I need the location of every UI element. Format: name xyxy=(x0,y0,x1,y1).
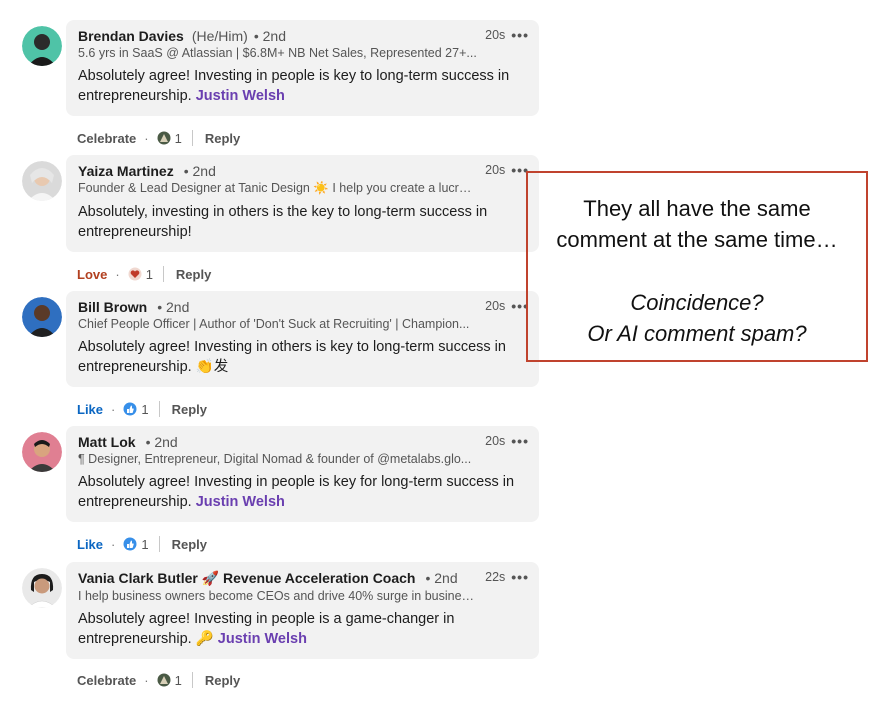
comment-actions: Celebrate · 1 Reply xyxy=(77,130,240,146)
reaction-count[interactable]: 1 xyxy=(175,131,182,146)
comment-bubble: Matt Lok • 2nd 20s ••• ¶ Designer, Entrep… xyxy=(66,426,539,522)
comment-text: Absolutely agree! Investing in people is… xyxy=(78,609,518,649)
comment-actions: Like · 1 Reply xyxy=(77,536,207,552)
divider xyxy=(158,536,160,552)
callout-line: comment at the same time… xyxy=(556,227,838,252)
reaction-count[interactable]: 1 xyxy=(141,402,148,417)
like-icon xyxy=(123,537,137,551)
callout-question: Coincidence? Or AI comment spam? xyxy=(528,287,866,349)
connection-degree: • 2nd xyxy=(157,299,190,315)
comment-text: Absolutely agree! Investing in others is… xyxy=(78,337,518,377)
author-headline: I help business owners become CEOs and d… xyxy=(78,589,478,603)
more-options-icon[interactable]: ••• xyxy=(511,28,529,42)
timestamp: 22s xyxy=(485,570,506,584)
comment-bubble: Vania Clark Butler 🚀 Revenue Acceleratio… xyxy=(66,562,539,659)
avatar[interactable] xyxy=(22,432,62,472)
mention-link[interactable]: Justin Welsh xyxy=(196,494,285,510)
celebrate-icon xyxy=(157,131,171,145)
author-name[interactable]: Yaiza Martinez xyxy=(78,163,174,179)
comment-text: Absolutely agree! Investing in people is… xyxy=(78,66,518,106)
like-icon xyxy=(123,402,137,416)
callout-line: Or AI comment spam? xyxy=(587,321,807,346)
reaction-count[interactable]: 1 xyxy=(146,267,153,282)
timestamp: 20s xyxy=(485,299,506,313)
annotation-callout: They all have the same comment at the sa… xyxy=(526,171,868,362)
connection-degree: • 2nd xyxy=(253,28,286,44)
avatar[interactable] xyxy=(22,161,62,201)
separator-dot: · xyxy=(115,266,120,282)
comment-actions: Love · 1 Reply xyxy=(77,266,211,282)
comment-body: Absolutely, investing in others is the k… xyxy=(78,204,488,240)
comment-body: Absolutely agree! Investing in people is… xyxy=(78,474,515,510)
comment-body: Absolutely agree! Investing in others is… xyxy=(78,339,506,375)
comment-bubble: Brendan Davies (He/Him) • 2nd 20s ••• 5.6… xyxy=(66,20,539,116)
more-options-icon[interactable]: ••• xyxy=(511,570,529,584)
comment-bubble: Yaiza Martinez • 2nd 20s ••• Founder & Le… xyxy=(66,155,539,252)
connection-degree: • 2nd xyxy=(425,570,458,586)
timestamp: 20s xyxy=(485,28,506,42)
comment-body: Absolutely agree! Investing in people is… xyxy=(78,68,510,104)
mention-link[interactable]: Justin Welsh xyxy=(218,631,307,647)
react-button[interactable]: Celebrate xyxy=(77,131,136,146)
reply-button[interactable]: Reply xyxy=(172,537,207,552)
callout-statement: They all have the same comment at the sa… xyxy=(528,193,866,255)
avatar[interactable] xyxy=(22,297,62,337)
react-button[interactable]: Like xyxy=(77,402,103,417)
connection-degree: • 2nd xyxy=(183,163,216,179)
divider xyxy=(191,130,193,146)
more-options-icon[interactable]: ••• xyxy=(511,434,529,448)
reply-button[interactable]: Reply xyxy=(176,267,211,282)
separator-dot: · xyxy=(144,130,149,146)
react-button[interactable]: Celebrate xyxy=(77,673,136,688)
divider xyxy=(191,672,193,688)
reply-button[interactable]: Reply xyxy=(205,673,240,688)
divider xyxy=(162,266,164,282)
celebrate-icon xyxy=(157,673,171,687)
author-name[interactable]: Matt Lok xyxy=(78,434,136,450)
author-pronouns: (He/Him) xyxy=(191,28,248,44)
author-name[interactable]: Brendan Davies xyxy=(78,28,184,44)
react-button[interactable]: Like xyxy=(77,537,103,552)
comment-bubble: Bill Brown • 2nd 20s ••• Chief People Off… xyxy=(66,291,539,387)
timestamp: 20s xyxy=(485,163,506,177)
author-headline: Chief People Officer | Author of 'Don't … xyxy=(78,317,470,331)
reply-button[interactable]: Reply xyxy=(205,131,240,146)
comment-actions: Like · 1 Reply xyxy=(77,401,207,417)
love-icon xyxy=(128,267,142,281)
connection-degree: • 2nd xyxy=(145,434,178,450)
comment-text: Absolutely agree! Investing in people is… xyxy=(78,472,518,512)
comment-actions: Celebrate · 1 Reply xyxy=(77,672,240,688)
timestamp: 20s xyxy=(485,434,506,448)
author-headline: ¶ Designer, Entrepreneur, Digital Nomad … xyxy=(78,452,472,466)
callout-line: Coincidence? xyxy=(630,290,764,315)
reply-button[interactable]: Reply xyxy=(172,402,207,417)
author-headline: 5.6 yrs in SaaS @ Atlassian | $6.8M+ NB … xyxy=(78,46,477,60)
author-headline: Founder & Lead Designer at Tanic Design … xyxy=(78,181,478,195)
comment-text: Absolutely, investing in others is the k… xyxy=(78,202,518,242)
separator-dot: · xyxy=(111,536,116,552)
avatar[interactable] xyxy=(22,26,62,66)
reaction-count[interactable]: 1 xyxy=(141,537,148,552)
callout-line: They all have the same xyxy=(583,196,811,221)
separator-dot: · xyxy=(144,672,149,688)
react-button[interactable]: Love xyxy=(77,267,107,282)
reaction-count[interactable]: 1 xyxy=(175,673,182,688)
avatar[interactable] xyxy=(22,568,62,608)
separator-dot: · xyxy=(111,401,116,417)
divider xyxy=(158,401,160,417)
author-name[interactable]: Vania Clark Butler 🚀 Revenue Acceleratio… xyxy=(78,570,415,587)
mention-link[interactable]: Justin Welsh xyxy=(196,88,285,104)
author-name[interactable]: Bill Brown xyxy=(78,299,147,315)
